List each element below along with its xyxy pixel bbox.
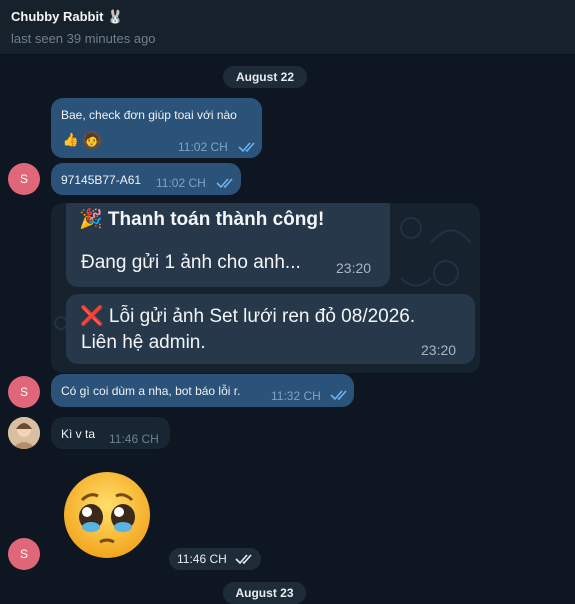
message-bubble[interactable]: 97145B77-A61 11:02 CH: [51, 163, 241, 195]
chat-header[interactable]: Chubby Rabbit 🐰 last seen 39 minutes ago: [0, 0, 575, 55]
success-title: 🎉 Thanh toán thành công!: [79, 209, 325, 230]
user-reaction-avatar[interactable]: 🧑: [83, 131, 101, 149]
contact-admin: Liên hệ admin.: [81, 332, 206, 353]
card-time: 23:20: [336, 260, 372, 276]
avatar[interactable]: S: [8, 538, 40, 570]
message-time: 11:32 CH: [271, 389, 321, 403]
message-text: Bae, check đơn giúp toai với nào: [61, 108, 237, 122]
thumbs-up-reaction-icon[interactable]: 👍: [62, 131, 80, 149]
pleading-face-sticker[interactable]: [62, 470, 152, 560]
avatar[interactable]: S: [8, 376, 40, 408]
message-bubble[interactable]: Bae, check đơn giúp toai với nào 👍 🧑 11:…: [51, 98, 262, 158]
avatar[interactable]: S: [8, 163, 40, 195]
bot-screenshot-image[interactable]: 🎉 Thanh toán thành công! Đang gửi 1 ảnh …: [51, 203, 480, 373]
message-text: 97145B77-A61: [61, 173, 142, 187]
last-seen-status: last seen 39 minutes ago: [11, 31, 156, 46]
error-message: ❌ Lỗi gửi ảnh Set lưới ren đỏ 08/2026.: [80, 306, 416, 327]
message-time: 11:02 CH: [156, 176, 206, 190]
double-check-icon: [238, 142, 255, 153]
date-separator: August 23: [223, 582, 306, 604]
message-time: 11:02 CH: [178, 140, 228, 154]
message-bubble[interactable]: Kì v ta 11:46 CH: [51, 417, 170, 449]
card-time: 23:20: [421, 342, 457, 358]
contact-photo-icon: [8, 417, 40, 449]
message-bubble[interactable]: Có gì coi dùm a nha, bot báo lỗi r. 11:3…: [51, 374, 354, 407]
sending-status: Đang gửi 1 ảnh cho anh...: [81, 252, 301, 273]
double-check-icon: [330, 390, 347, 401]
sticker-time-badge: 11:46 CH: [169, 548, 261, 570]
chat-title[interactable]: Chubby Rabbit 🐰: [11, 9, 123, 25]
double-check-icon: [235, 554, 252, 565]
date-separator: August 22: [223, 66, 307, 88]
message-text: Kì v ta: [61, 427, 96, 441]
double-check-icon: [216, 178, 233, 189]
payment-success-card: 🎉 Thanh toán thành công! Đang gửi 1 ảnh …: [66, 203, 390, 287]
contact-avatar[interactable]: [8, 417, 40, 449]
message-time: 11:46 CH: [109, 432, 159, 446]
message-text: Có gì coi dùm a nha, bot báo lỗi r.: [61, 384, 241, 398]
message-time: 11:46 CH: [177, 552, 227, 566]
error-card: ❌ Lỗi gửi ảnh Set lưới ren đỏ 08/2026. L…: [66, 294, 475, 364]
